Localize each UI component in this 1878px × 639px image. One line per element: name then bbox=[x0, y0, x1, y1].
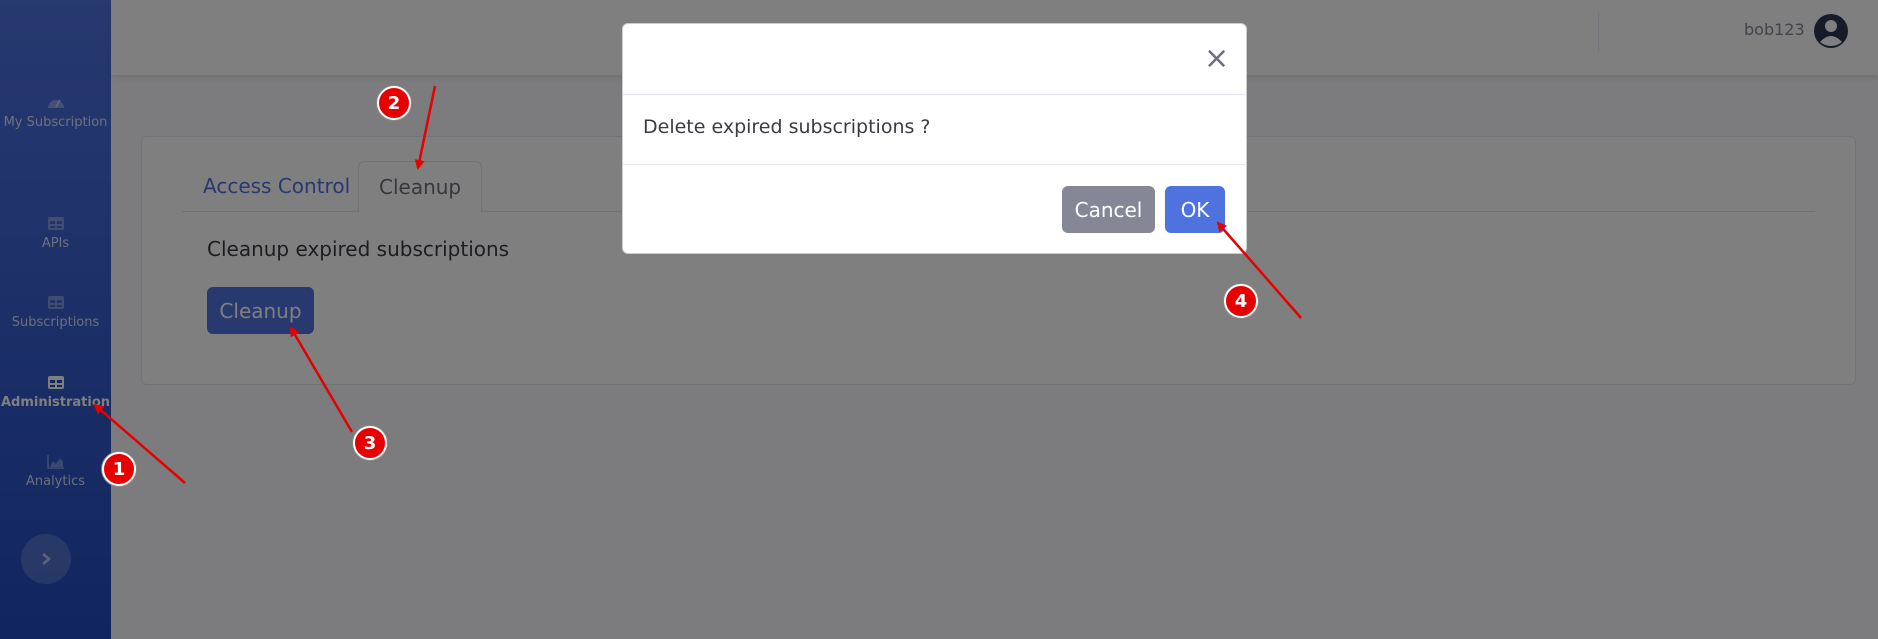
ok-button[interactable]: OK bbox=[1165, 186, 1225, 233]
close-icon[interactable]: × bbox=[1198, 40, 1234, 76]
annotation-badge-2: 2 bbox=[377, 86, 411, 120]
confirm-dialog: × Delete expired subscriptions ? Cancel … bbox=[622, 23, 1247, 254]
modal-header: × bbox=[623, 24, 1246, 95]
annotation-badge-4: 4 bbox=[1224, 284, 1258, 318]
modal-message: Delete expired subscriptions ? bbox=[643, 116, 931, 138]
modal-footer-divider bbox=[623, 164, 1246, 165]
annotation-badge-3: 3 bbox=[353, 426, 387, 460]
annotation-badge-1: 1 bbox=[102, 452, 136, 486]
cancel-button[interactable]: Cancel bbox=[1062, 186, 1155, 233]
